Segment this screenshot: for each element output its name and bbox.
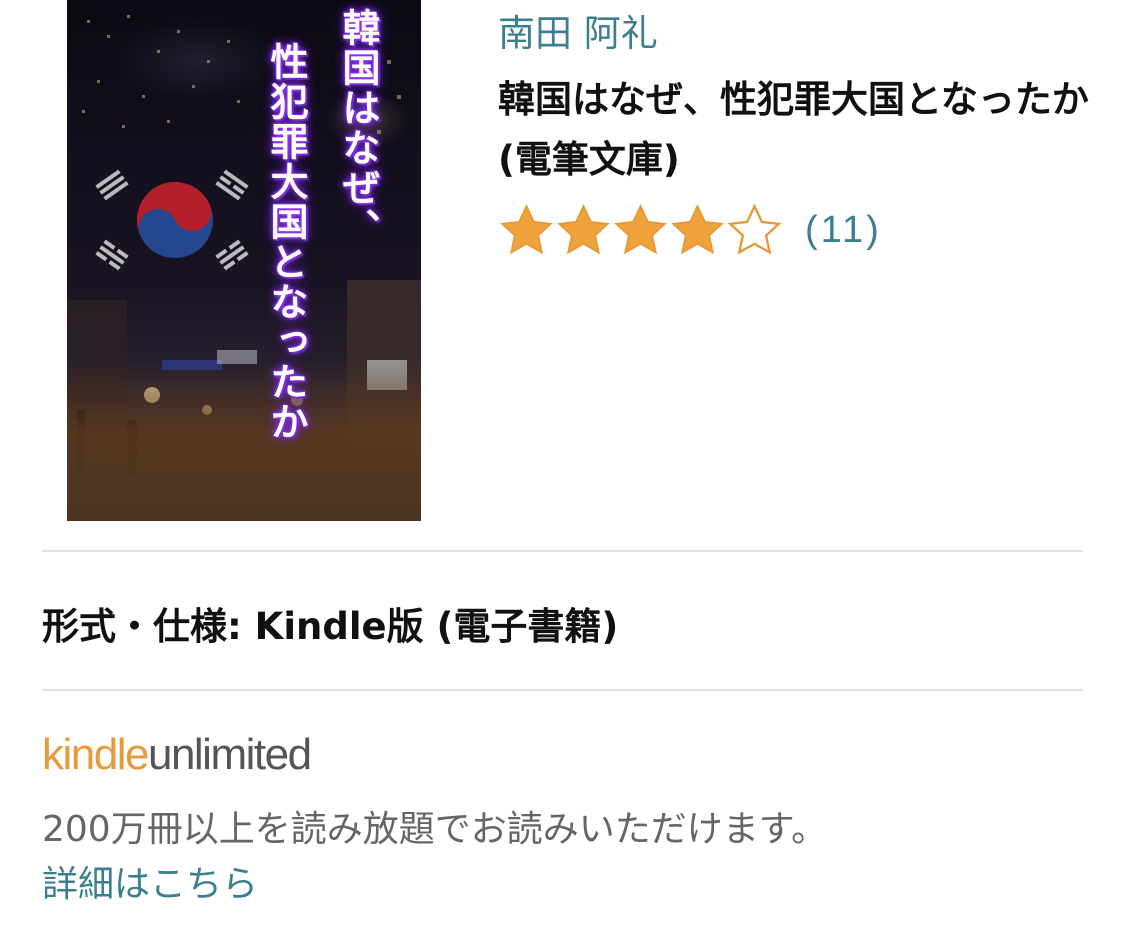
star-filled-icon [671,203,724,254]
author-link[interactable]: 南田 阿礼 [498,10,658,58]
star-filled-icon [500,203,553,254]
review-count[interactable]: (11) [805,209,882,252]
ku-logo-unlimited: unlimited [147,730,312,779]
details-link[interactable]: 詳細はこちら [42,855,258,907]
kindle-unlimited-logo: kindleunlimited [42,730,312,780]
format-info: 形式・仕様: Kindle版 (電子書籍) [42,605,619,648]
star-empty-icon [727,202,782,255]
ku-logo-kindle: kindle [42,730,149,779]
book-title: 韓国はなぜ、性犯罪大国となったか (電筆文庫) [498,78,1089,181]
book-cover[interactable]: 韓国はなぜ、 性犯罪大国となったか [67,0,421,521]
divider [42,689,1083,691]
star-filled-icon [614,203,667,254]
cover-title-line2: 性犯罪大国となったか [264,42,308,442]
divider [42,550,1083,552]
cover-street [67,361,421,521]
star-filled-icon [557,203,610,254]
kindle-unlimited-description: 200万冊以上を読み放題でお読みいただけます。 [42,809,828,850]
cover-title-line1: 韓国はなぜ、 [336,8,380,248]
taegukgi-emblem [95,169,249,271]
star-rating[interactable]: (11) [498,200,882,260]
